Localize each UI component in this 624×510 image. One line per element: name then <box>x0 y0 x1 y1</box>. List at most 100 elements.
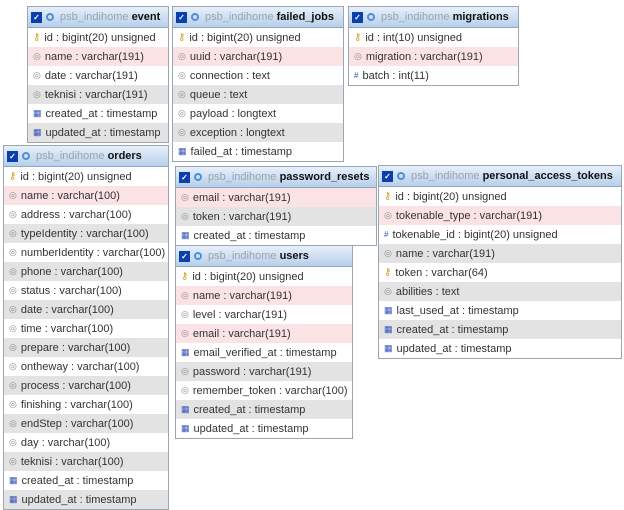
table-header[interactable]: ✓ psb_indihome event <box>28 7 168 28</box>
checkbox-icon[interactable]: ✓ <box>352 11 363 23</box>
gear-icon[interactable] <box>194 173 202 181</box>
gear-icon[interactable] <box>367 13 375 21</box>
column-row[interactable]: ◎ name : varchar(191) <box>379 244 621 263</box>
text-field-icon: ◎ <box>181 211 189 221</box>
table-header[interactable]: ✓ psb_indihome users <box>176 246 352 267</box>
table-header[interactable]: ✓ psb_indihome personal_access_tokens <box>379 166 621 187</box>
column-row[interactable]: ▦ created_at : timestamp <box>4 471 168 490</box>
column-row[interactable]: ◎ connection : text <box>173 66 343 85</box>
column-row[interactable]: ▦ created_at : timestamp <box>379 320 621 339</box>
database-name: psb_indihome <box>411 170 480 182</box>
column-label: token : varchar(191) <box>192 210 292 223</box>
column-row[interactable]: ◎ email : varchar(191) <box>176 324 352 343</box>
column-row[interactable]: ◎ teknisi : varchar(100) <box>4 452 168 471</box>
column-row[interactable]: ◎ password : varchar(191) <box>176 362 352 381</box>
column-row[interactable]: ◎ tokenable_type : varchar(191) <box>379 206 621 225</box>
table-header[interactable]: ✓ psb_indihome orders <box>4 146 168 167</box>
checkbox-icon[interactable]: ✓ <box>179 250 190 262</box>
column-row[interactable]: ◎ exception : longtext <box>173 123 343 142</box>
table-migrations[interactable]: ✓ psb_indihome migrations ⚷ id : int(10) u… <box>348 6 519 86</box>
column-row[interactable]: ◎ token : varchar(191) <box>176 207 376 226</box>
column-row[interactable]: ⚷ id : bigint(20) unsigned <box>379 187 621 206</box>
column-label: endStep : varchar(100) <box>20 417 134 430</box>
column-row[interactable]: ◎ date : varchar(191) <box>28 66 168 85</box>
text-field-icon: ◎ <box>9 323 17 333</box>
column-row[interactable]: ▦ updated_at : timestamp <box>379 339 621 358</box>
gear-icon[interactable] <box>46 13 54 21</box>
column-row[interactable]: ⚷ id : bigint(20) unsigned <box>4 167 168 186</box>
column-row[interactable]: ◎ status : varchar(100) <box>4 281 168 300</box>
gear-icon[interactable] <box>22 152 30 160</box>
column-label: id : bigint(20) unsigned <box>192 270 304 283</box>
column-row[interactable]: ◎ name : varchar(191) <box>28 47 168 66</box>
column-row[interactable]: ⚷ id : bigint(20) unsigned <box>176 267 352 286</box>
column-row[interactable]: ◎ name : varchar(191) <box>176 286 352 305</box>
text-field-icon: ◎ <box>33 89 41 99</box>
column-row[interactable]: ⚷ id : bigint(20) unsigned <box>28 28 168 47</box>
table-users[interactable]: ✓ psb_indihome users ⚷ id : bigint(20) uns… <box>175 245 353 439</box>
column-label: ontheway : varchar(100) <box>20 360 140 373</box>
column-row[interactable]: ◎ payload : longtext <box>173 104 343 123</box>
column-row[interactable]: ◎ finishing : varchar(100) <box>4 395 168 414</box>
column-label: payload : longtext <box>189 107 277 120</box>
checkbox-icon[interactable]: ✓ <box>176 11 187 23</box>
column-row[interactable]: ◎ phone : varchar(100) <box>4 262 168 281</box>
table-header[interactable]: ✓ psb_indihome password_resets <box>176 167 376 188</box>
column-row[interactable]: ◎ teknisi : varchar(191) <box>28 85 168 104</box>
column-row[interactable]: ⚷ token : varchar(64) <box>379 263 621 282</box>
checkbox-icon[interactable]: ✓ <box>7 150 18 162</box>
table-name: personal_access_tokens <box>482 170 613 182</box>
checkbox-icon[interactable]: ✓ <box>382 170 393 182</box>
column-row[interactable]: ◎ day : varchar(100) <box>4 433 168 452</box>
column-label: email : varchar(191) <box>192 327 291 340</box>
column-row[interactable]: ◎ date : varchar(100) <box>4 300 168 319</box>
column-row[interactable]: ⚷ id : bigint(20) unsigned <box>173 28 343 47</box>
column-row[interactable]: ▦ created_at : timestamp <box>28 104 168 123</box>
column-row[interactable]: ◎ endStep : varchar(100) <box>4 414 168 433</box>
column-row[interactable]: ◎ numberIdentity : varchar(100) <box>4 243 168 262</box>
column-row[interactable]: ◎ migration : varchar(191) <box>349 47 518 66</box>
column-row[interactable]: ◎ level : varchar(191) <box>176 305 352 324</box>
gear-icon[interactable] <box>194 252 202 260</box>
column-row[interactable]: ◎ address : varchar(100) <box>4 205 168 224</box>
column-label: connection : text <box>189 69 270 82</box>
column-row[interactable]: ⚷ id : int(10) unsigned <box>349 28 518 47</box>
column-row[interactable]: ▦ updated_at : timestamp <box>176 419 352 438</box>
column-row[interactable]: ◎ ontheway : varchar(100) <box>4 357 168 376</box>
table-orders[interactable]: ✓ psb_indihome orders ⚷ id : bigint(20) un… <box>3 145 169 510</box>
gear-icon[interactable] <box>397 172 405 180</box>
column-row[interactable]: ◎ email : varchar(191) <box>176 188 376 207</box>
column-row[interactable]: ◎ abilities : text <box>379 282 621 301</box>
column-row[interactable]: ◎ process : varchar(100) <box>4 376 168 395</box>
table-header[interactable]: ✓ psb_indihome failed_jobs <box>173 7 343 28</box>
table-personal-access-tokens[interactable]: ✓ psb_indihome personal_access_tokens ⚷ id… <box>378 165 622 359</box>
column-row[interactable]: ▦ created_at : timestamp <box>176 226 376 245</box>
column-row[interactable]: ▦ created_at : timestamp <box>176 400 352 419</box>
checkbox-icon[interactable]: ✓ <box>31 11 42 23</box>
column-row[interactable]: ▦ updated_at : timestamp <box>28 123 168 142</box>
column-row[interactable]: ◎ name : varchar(100) <box>4 186 168 205</box>
column-row[interactable]: ▦ last_used_at : timestamp <box>379 301 621 320</box>
checkbox-icon[interactable]: ✓ <box>179 171 190 183</box>
table-password-resets[interactable]: ✓ psb_indihome password_resets ◎ email : v… <box>175 166 377 246</box>
column-row[interactable]: ◎ typeIdentity : varchar(100) <box>4 224 168 243</box>
column-label: teknisi : varchar(191) <box>44 88 148 101</box>
column-row[interactable]: ▦ failed_at : timestamp <box>173 142 343 161</box>
table-name: event <box>131 11 161 23</box>
column-row[interactable]: ▦ updated_at : timestamp <box>4 490 168 509</box>
column-row[interactable]: ◎ uuid : varchar(191) <box>173 47 343 66</box>
column-row[interactable]: ◎ prepare : varchar(100) <box>4 338 168 357</box>
table-header[interactable]: ✓ psb_indihome migrations <box>349 7 518 28</box>
column-label: finishing : varchar(100) <box>20 398 133 411</box>
table-event[interactable]: ✓ psb_indihome event ⚷ id : bigint(20) uns… <box>27 6 169 143</box>
column-row[interactable]: ▦ email_verified_at : timestamp <box>176 343 352 362</box>
text-field-icon: ◎ <box>178 127 186 137</box>
column-label: migration : varchar(191) <box>365 50 483 63</box>
column-row[interactable]: # tokenable_id : bigint(20) unsigned <box>379 225 621 244</box>
gear-icon[interactable] <box>191 13 199 21</box>
column-row[interactable]: # batch : int(11) <box>349 66 518 85</box>
column-row[interactable]: ◎ queue : text <box>173 85 343 104</box>
column-row[interactable]: ◎ time : varchar(100) <box>4 319 168 338</box>
table-failed-jobs[interactable]: ✓ psb_indihome failed_jobs ⚷ id : bigint(2… <box>172 6 344 162</box>
column-row[interactable]: ◎ remember_token : varchar(100) <box>176 381 352 400</box>
